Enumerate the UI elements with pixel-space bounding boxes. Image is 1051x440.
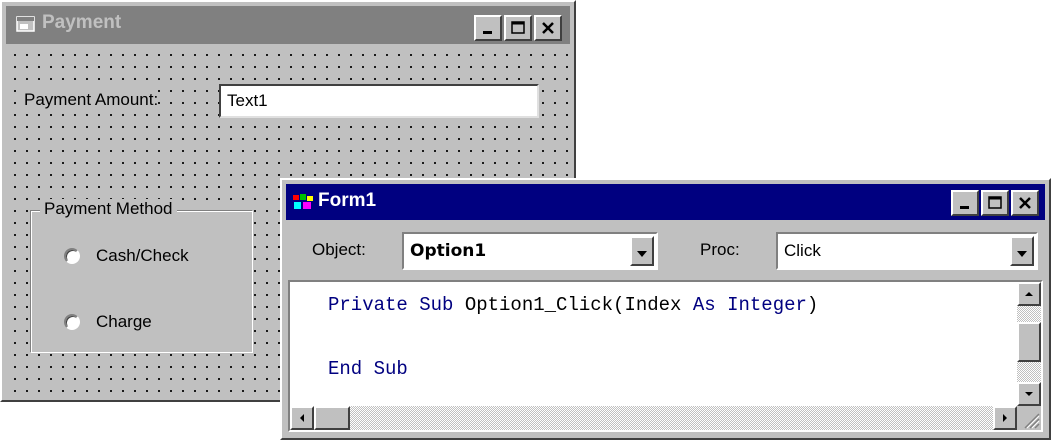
proc-label: Proc: [700, 240, 740, 259]
code-text-area[interactable]: Private Sub Option1_Click(Index As Integ… [292, 284, 1017, 406]
vertical-scrollbar[interactable] [1017, 282, 1041, 406]
minimize-button[interactable] [951, 190, 979, 216]
maximize-button[interactable] [504, 15, 532, 41]
code-titlebar[interactable]: Form1 [286, 184, 1045, 220]
option-cash-check[interactable]: Cash/Check [64, 246, 189, 266]
form-icon [16, 16, 35, 32]
horizontal-scroll-thumb[interactable] [314, 406, 350, 430]
payment-method-label: Payment Method [40, 199, 177, 219]
object-value: Option1 [410, 241, 487, 261]
scroll-right-button[interactable] [993, 406, 1017, 430]
payment-title: Payment [42, 12, 122, 33]
code-window-title: Form1 [318, 190, 377, 211]
horizontal-scrollbar[interactable] [290, 406, 1017, 430]
arrow-left-icon [300, 414, 304, 422]
close-icon [1013, 192, 1037, 214]
arrow-right-icon [1003, 414, 1007, 422]
arrow-down-icon [1025, 392, 1033, 396]
radio-button[interactable] [64, 248, 80, 264]
code-editor[interactable]: Private Sub Option1_Click(Index As Integ… [288, 280, 1043, 432]
minimize-button[interactable] [474, 15, 502, 41]
payment-titlebar[interactable]: Payment [6, 6, 570, 44]
option-label: Charge [96, 312, 152, 331]
object-dropdown-button[interactable] [630, 236, 654, 266]
close-icon [536, 17, 560, 39]
close-button[interactable] [1011, 190, 1039, 216]
chevron-down-icon [637, 251, 647, 257]
payment-amount-input[interactable] [219, 84, 539, 118]
option-charge[interactable]: Charge [64, 312, 152, 332]
maximize-button[interactable] [981, 190, 1009, 216]
minimize-icon [953, 192, 977, 214]
vb-project-icon [293, 194, 313, 209]
procedure-dropdown[interactable]: Click [776, 232, 1038, 270]
close-button[interactable] [534, 15, 562, 41]
scroll-up-button[interactable] [1017, 282, 1041, 306]
radio-button[interactable] [64, 314, 80, 330]
resize-grip-icon [1024, 413, 1040, 429]
maximize-icon [506, 17, 530, 39]
code-line[interactable]: Private Sub Option1_Click(Index As Integ… [328, 294, 818, 316]
maximize-icon [983, 192, 1007, 214]
object-dropdown[interactable]: Option1 [402, 232, 658, 270]
procedure-value: Click [784, 241, 821, 260]
scroll-left-button[interactable] [290, 406, 314, 430]
option-label: Cash/Check [96, 246, 189, 265]
procedure-dropdown-button[interactable] [1010, 236, 1034, 266]
arrow-up-icon [1025, 292, 1033, 296]
scroll-down-button[interactable] [1017, 382, 1041, 406]
vertical-scroll-thumb[interactable] [1017, 322, 1041, 362]
chevron-down-icon [1017, 251, 1027, 257]
minimize-icon [476, 17, 500, 39]
resize-grip[interactable] [1017, 406, 1041, 430]
code-window: Form1 Object: Option1 Proc: Click Privat… [280, 178, 1051, 440]
payment-amount-label: Payment Amount: [24, 90, 159, 110]
code-toolbar: Object: Option1 Proc: Click [286, 222, 1045, 278]
code-line[interactable]: End Sub [328, 358, 408, 380]
object-label: Object: [312, 240, 366, 259]
